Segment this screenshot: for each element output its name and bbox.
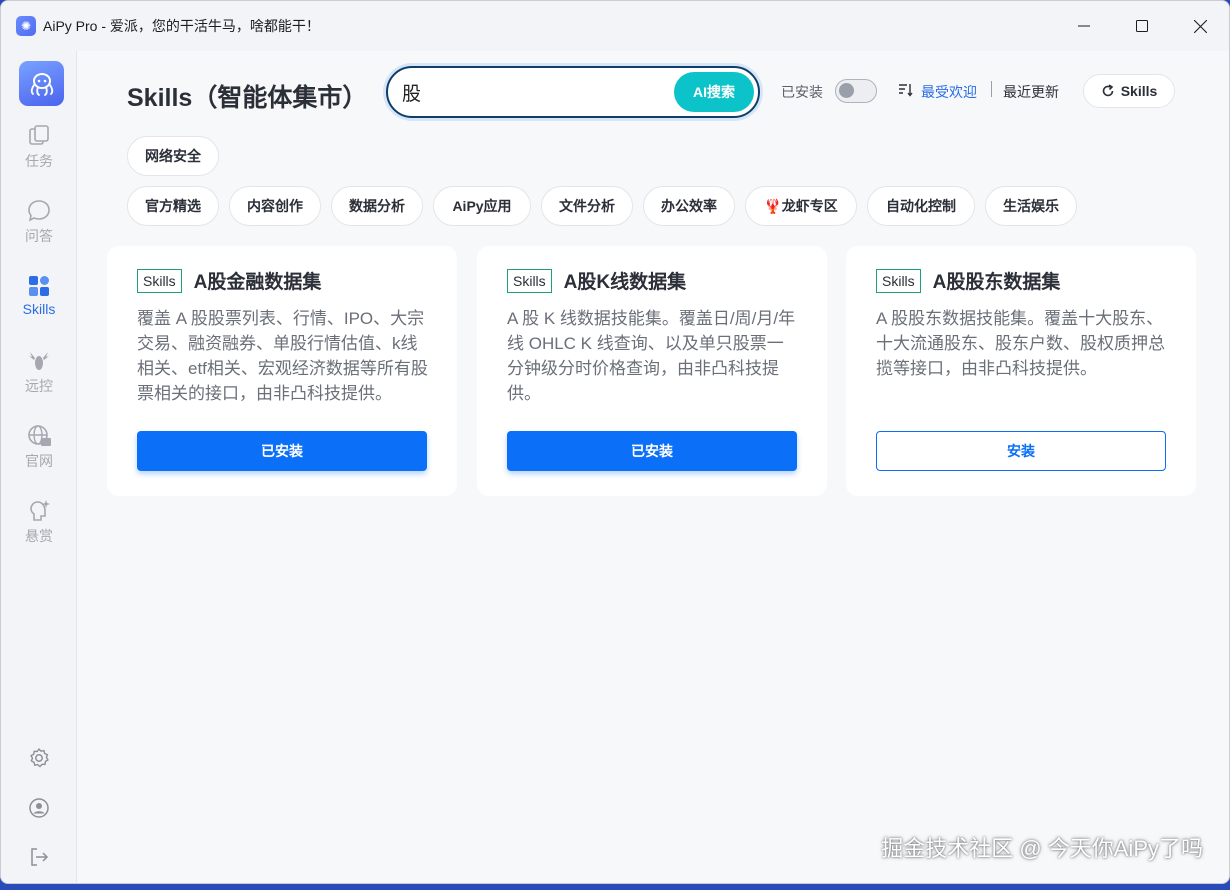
- minimize-icon: [1078, 25, 1090, 27]
- logout-button[interactable]: [1, 846, 77, 868]
- install-button[interactable]: 安装: [876, 431, 1166, 471]
- category-chip[interactable]: 官方精选: [127, 186, 219, 226]
- search-input[interactable]: [402, 79, 652, 105]
- installed-filter-label: 已安装: [781, 84, 823, 100]
- sort-latest-link[interactable]: 最近更新: [1003, 82, 1059, 102]
- sidebar-item-chat[interactable]: 问答: [1, 198, 77, 258]
- settings-button[interactable]: [1, 747, 77, 769]
- bounty-icon: [30, 500, 50, 521]
- card-title: A股K线数据集: [563, 272, 687, 293]
- watermark: 掘金技术社区 @ 今天你AiPy了吗: [881, 836, 1203, 861]
- sidebar-item-remote[interactable]: 远控: [1, 348, 77, 408]
- skills-button-label: Skills: [1120, 83, 1158, 99]
- category-chip[interactable]: 🦞龙虾专区: [745, 186, 857, 226]
- category-chip[interactable]: 办公效率: [643, 186, 735, 226]
- installed-button[interactable]: 已安装: [507, 431, 797, 471]
- sort-divider: [991, 81, 992, 97]
- card-title: A股金融数据集: [193, 272, 322, 293]
- card-description: 覆盖 A 股股票列表、行情、IPO、大宗交易、融资融券、单股行情估值、k线相关、…: [137, 309, 428, 403]
- maximize-button[interactable]: [1113, 1, 1171, 51]
- minimize-button[interactable]: [1055, 1, 1113, 51]
- sidebar-item-skills[interactable]: Skills: [1, 273, 77, 333]
- category-chip[interactable]: 网络安全: [127, 136, 219, 176]
- sidebar-item-label: 官网: [25, 453, 53, 469]
- category-chip[interactable]: 文件分析: [541, 186, 633, 226]
- card-header: Skills A股K线数据集: [507, 267, 686, 294]
- globe-icon: [28, 425, 51, 446]
- octopus-logo-icon: [30, 72, 53, 96]
- sidebar-item-bounty[interactable]: 悬赏: [1, 498, 77, 558]
- category-chip[interactable]: 内容创作: [229, 186, 321, 226]
- settings-icon: [30, 748, 49, 768]
- sidebar-item-website[interactable]: 官网: [1, 423, 77, 483]
- tasks-icon: [29, 125, 49, 145]
- category-chip[interactable]: 生活娱乐: [985, 186, 1077, 226]
- sidebar-item-label: 任务: [25, 153, 53, 169]
- main-content: Skills（智能体集市） AI搜索 已安装 最受欢迎 最近更新 Skills: [78, 51, 1229, 883]
- app-icon: ✺: [16, 16, 36, 36]
- maximize-icon: [1136, 20, 1148, 32]
- installed-button[interactable]: 已安装: [137, 431, 427, 471]
- sort-icon: [899, 84, 913, 97]
- search-box: AI搜索: [386, 66, 760, 118]
- card-description: A 股 K 线数据技能集。覆盖日/周/月/年线 OHLC K 线查询、以及单只股…: [507, 309, 796, 403]
- logout-icon: [31, 848, 49, 866]
- app-window: ✺ AiPy Pro - 爱派，您的干活牛马，啥都能干！ 任务 问答 Skill…: [0, 0, 1230, 884]
- skills-tag: Skills: [876, 268, 921, 293]
- ai-search-button[interactable]: AI搜索: [674, 72, 754, 112]
- installed-toggle[interactable]: [835, 79, 877, 103]
- skill-card: Skills A股股东数据集 A 股股东数据技能集。覆盖十大股东、十大流通股东、…: [846, 246, 1196, 496]
- title-bar: ✺ AiPy Pro - 爱派，您的干活牛马，啥都能干！: [1, 1, 1229, 51]
- skills-refresh-button[interactable]: Skills: [1083, 74, 1175, 108]
- skills-tag: Skills: [137, 268, 182, 293]
- sidebar-item-label: Skills: [22, 301, 56, 317]
- skills-icon: [29, 276, 49, 296]
- card-header: Skills A股金融数据集: [137, 267, 321, 294]
- user-icon: [29, 798, 49, 818]
- skill-card: Skills A股金融数据集 覆盖 A 股股票列表、行情、IPO、大宗交易、融资…: [107, 246, 457, 496]
- window-title: AiPy Pro - 爱派，您的干活牛马，啥都能干！: [43, 18, 320, 34]
- skill-card: Skills A股K线数据集 A 股 K 线数据技能集。覆盖日/周/月/年线 O…: [477, 246, 827, 496]
- lobster-icon: [29, 352, 49, 370]
- sidebar: 任务 问答 Skills 远控 官网 悬赏: [1, 51, 77, 883]
- card-description: A 股股东数据技能集。覆盖十大股东、十大流通股东、股东户数、股权质押总揽等接口，…: [876, 309, 1165, 378]
- page-title: Skills（智能体集市）: [127, 84, 368, 112]
- close-button[interactable]: [1171, 1, 1229, 51]
- chat-icon: [28, 200, 50, 222]
- category-chip[interactable]: 自动化控制: [867, 186, 975, 226]
- sort-popular-link[interactable]: 最受欢迎: [921, 82, 977, 102]
- refresh-icon: [1102, 84, 1114, 97]
- skills-tag: Skills: [507, 268, 552, 293]
- card-header: Skills A股股东数据集: [876, 267, 1060, 294]
- category-chip[interactable]: AiPy应用: [433, 186, 531, 226]
- sidebar-item-label: 悬赏: [25, 528, 53, 544]
- category-chip[interactable]: 数据分析: [331, 186, 423, 226]
- close-icon: [1193, 19, 1207, 33]
- window-controls: [1055, 1, 1229, 51]
- sidebar-item-tasks[interactable]: 任务: [1, 123, 77, 183]
- account-button[interactable]: [1, 797, 77, 819]
- sidebar-item-label: 问答: [25, 228, 53, 244]
- app-logo[interactable]: [19, 61, 64, 106]
- toggle-knob: [839, 83, 854, 98]
- card-title: A股股东数据集: [932, 272, 1061, 293]
- sidebar-item-label: 远控: [25, 378, 53, 394]
